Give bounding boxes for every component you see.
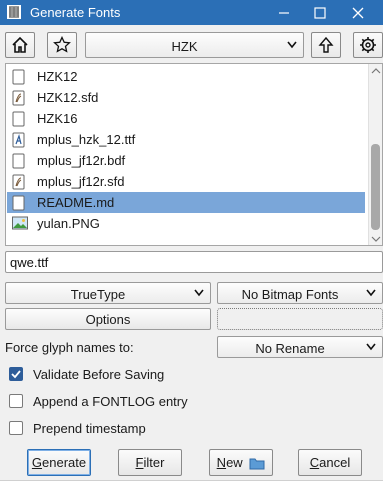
file-list[interactable]: HZK12 HZK12.sfd HZK16 mplus_hzk_12.ttfmplus… bbox=[5, 63, 383, 246]
glyph-rename-select[interactable]: No Rename bbox=[217, 336, 383, 358]
fontlog-checkbox[interactable] bbox=[9, 394, 23, 408]
validate-label[interactable]: Validate Before Saving bbox=[33, 367, 164, 382]
parent-directory-button[interactable] bbox=[311, 32, 341, 58]
file-list-item[interactable]: yulan.PNG bbox=[7, 213, 365, 234]
gear-icon bbox=[360, 37, 376, 53]
filter-mnemonic: F bbox=[135, 455, 144, 470]
maximize-button[interactable] bbox=[302, 0, 338, 25]
chevron-down-icon bbox=[366, 343, 376, 351]
bitmap-format-value: No Bitmap Fonts bbox=[241, 287, 339, 302]
cancel-mnemonic: C bbox=[309, 455, 320, 470]
file-list-item[interactable]: HZK12 bbox=[7, 66, 365, 87]
close-button[interactable] bbox=[340, 0, 376, 25]
file-name: HZK12.sfd bbox=[37, 90, 99, 105]
file-list-item[interactable]: HZK12.sfd bbox=[7, 87, 365, 108]
validate-checkbox[interactable] bbox=[9, 367, 23, 381]
file-name: HZK12 bbox=[37, 69, 78, 84]
glyph-rename-value: No Rename bbox=[255, 341, 325, 356]
home-icon bbox=[12, 36, 28, 53]
folder-icon bbox=[249, 458, 265, 470]
close-icon bbox=[352, 7, 364, 18]
directory-value: HZK bbox=[171, 39, 198, 54]
file-name: yulan.PNG bbox=[37, 216, 100, 231]
font-file-icon bbox=[12, 132, 26, 148]
sfd-file-icon bbox=[12, 174, 26, 190]
file-name: README.md bbox=[37, 195, 115, 210]
new-label-rest: ew bbox=[226, 455, 243, 470]
home-button[interactable] bbox=[5, 32, 35, 58]
filter-button[interactable]: Filter bbox=[118, 449, 182, 476]
file-list-item[interactable]: mplus_hzk_12.ttf bbox=[7, 129, 365, 150]
outline-format-select[interactable]: TrueType bbox=[5, 282, 211, 304]
filter-label-rest: ilter bbox=[143, 455, 165, 470]
new-folder-button[interactable]: New bbox=[209, 449, 273, 476]
file-list-scrollbar[interactable] bbox=[368, 64, 382, 245]
file-list-item[interactable]: mplus_jf12r.sfd bbox=[7, 171, 365, 192]
file-list-item[interactable]: HZK16 bbox=[7, 108, 365, 129]
chevron-down-icon bbox=[194, 289, 204, 297]
blank-file-icon bbox=[12, 69, 26, 85]
bookmark-button[interactable] bbox=[47, 32, 77, 58]
fontforge-app-icon bbox=[7, 5, 21, 19]
file-list-item[interactable]: mplus_jf12r.bdf bbox=[7, 150, 365, 171]
scroll-up-icon[interactable] bbox=[371, 67, 381, 74]
new-mnemonic: N bbox=[216, 455, 227, 470]
file-name: mplus_hzk_12.ttf bbox=[37, 132, 136, 147]
bitmap-format-select[interactable]: No Bitmap Fonts bbox=[217, 282, 383, 304]
cancel-label-rest: ancel bbox=[319, 455, 351, 470]
filename-input[interactable]: qwe.ttf bbox=[5, 251, 383, 273]
blank-file-icon bbox=[12, 153, 26, 169]
checkmark-icon bbox=[11, 370, 21, 379]
title-bar: Generate Fonts bbox=[0, 0, 383, 25]
generate-label-rest: enerate bbox=[42, 455, 87, 470]
up-arrow-icon bbox=[318, 36, 334, 53]
settings-button[interactable] bbox=[353, 32, 383, 58]
file-name: mplus_jf12r.bdf bbox=[37, 153, 126, 168]
file-name: HZK16 bbox=[37, 111, 78, 126]
maximize-icon bbox=[314, 6, 326, 19]
fontlog-label[interactable]: Append a FONTLOG entry bbox=[33, 394, 188, 409]
generate-button[interactable]: Generate bbox=[27, 449, 91, 476]
force-glyph-label: Force glyph names to: bbox=[5, 340, 134, 355]
image-file-icon bbox=[12, 216, 28, 232]
minimize-button[interactable] bbox=[266, 0, 302, 25]
sfd-file-icon bbox=[12, 90, 26, 106]
window-title: Generate Fonts bbox=[30, 5, 121, 20]
chevron-down-icon bbox=[287, 41, 297, 49]
file-name: mplus_jf12r.sfd bbox=[37, 174, 125, 189]
file-list-item[interactable]: README.md bbox=[7, 192, 365, 213]
outline-format-value: TrueType bbox=[70, 287, 126, 302]
generate-mnemonic: G bbox=[31, 455, 43, 470]
scrollbar-thumb[interactable] bbox=[371, 144, 380, 230]
directory-combo[interactable]: HZK bbox=[85, 32, 304, 58]
cancel-button[interactable]: Cancel bbox=[298, 449, 362, 476]
blank-file-icon bbox=[12, 111, 26, 127]
options-button[interactable]: Options bbox=[5, 308, 211, 330]
blank-file-icon bbox=[12, 195, 26, 211]
chevron-down-icon bbox=[366, 289, 376, 297]
star-icon bbox=[53, 36, 71, 53]
scroll-down-icon[interactable] bbox=[371, 236, 381, 243]
minimize-icon bbox=[279, 11, 289, 14]
bitmap-sizes-field[interactable] bbox=[217, 308, 383, 330]
timestamp-label[interactable]: Prepend timestamp bbox=[33, 421, 146, 436]
timestamp-checkbox[interactable] bbox=[9, 421, 23, 435]
